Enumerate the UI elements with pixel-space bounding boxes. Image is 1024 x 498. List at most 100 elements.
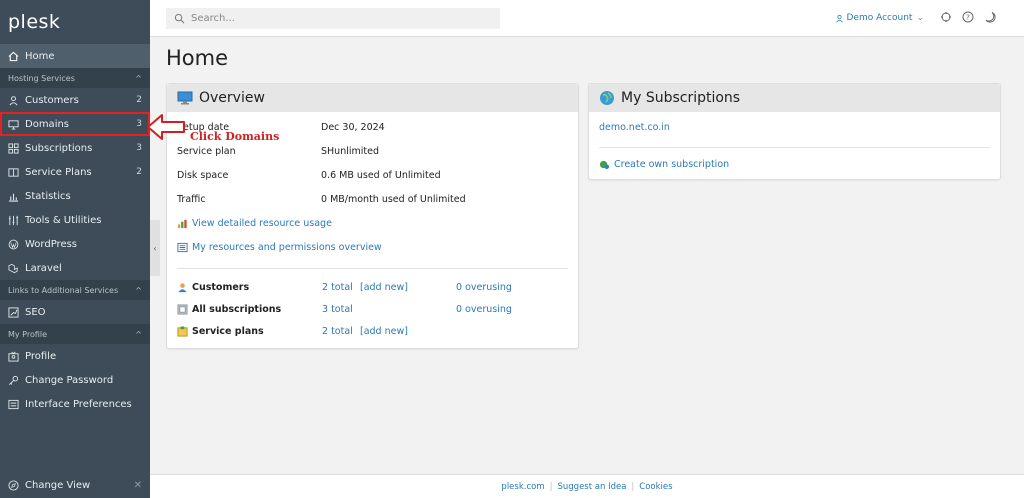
- service-plans-total-link[interactable]: 2 total: [322, 326, 353, 337]
- sidebar-item-label: Change Password: [25, 374, 114, 386]
- link-text: View detailed resource usage: [192, 218, 332, 229]
- sidebar-item-label: Profile: [25, 350, 57, 362]
- subscriptions-header: My Subscriptions: [589, 84, 1000, 112]
- sidebar-item-laravel[interactable]: Laravel: [0, 256, 150, 280]
- sidebar-item-label: Service Plans: [25, 166, 92, 178]
- chevron-up-icon: ^: [135, 329, 142, 339]
- info-label: Service plan: [177, 146, 236, 157]
- svg-text:?: ?: [966, 14, 970, 22]
- stat-label: Customers: [192, 282, 250, 293]
- info-row-disk-space: Disk space 0.6 MB used of Unlimited: [177, 170, 441, 181]
- sidebar-item-label: Customers: [25, 94, 79, 106]
- globe-icon: [600, 91, 614, 105]
- user-icon: [8, 95, 19, 106]
- grid-icon: [8, 142, 19, 154]
- section-my-profile[interactable]: My Profile ^: [0, 324, 150, 344]
- sidebar-item-profile[interactable]: Profile: [0, 344, 150, 368]
- sidebar-item-customers[interactable]: Customers 2: [0, 88, 150, 112]
- count-badge: 3: [136, 119, 142, 129]
- create-subscription-link[interactable]: Create own subscription: [599, 159, 729, 170]
- sidebar-item-label: Domains: [25, 118, 70, 130]
- search-icon: [174, 13, 185, 24]
- chevron-up-icon: ^: [135, 285, 142, 295]
- search-placeholder: Search...: [191, 13, 235, 24]
- close-icon[interactable]: ✕: [134, 480, 142, 491]
- link-text: My resources and permissions overview: [192, 242, 382, 253]
- trend-icon: [8, 306, 19, 318]
- footer-link-cookies[interactable]: Cookies: [639, 482, 672, 492]
- section-links-additional[interactable]: Links to Additional Services ^: [0, 280, 150, 300]
- top-bar: Search... Demo Account ⌄ ?: [150, 0, 1024, 37]
- section-label: My Profile: [8, 329, 48, 339]
- separator: |: [549, 481, 553, 492]
- sidebar-item-label: Statistics: [25, 190, 71, 202]
- subscriptions-total-link[interactable]: 3 total: [322, 304, 353, 315]
- book-icon: [8, 167, 19, 178]
- section-hosting-services[interactable]: Hosting Services ^: [0, 68, 150, 88]
- help-icon[interactable]: ?: [962, 11, 974, 23]
- subscription-domain-link[interactable]: demo.net.co.in: [599, 122, 670, 133]
- annotation-arrow-icon: [147, 114, 185, 140]
- account-menu[interactable]: Demo Account ⌄: [835, 13, 924, 23]
- sidebar-item-label: Laravel: [25, 262, 62, 274]
- compass-icon: [8, 479, 19, 491]
- info-value: 0.6 MB used of Unlimited: [321, 170, 441, 181]
- sidebar-item-subscriptions[interactable]: Subscriptions 3: [0, 136, 150, 160]
- link-text: Create own subscription: [614, 159, 730, 170]
- sidebar-item-seo[interactable]: SEO: [0, 300, 150, 324]
- count-badge: 2: [136, 167, 142, 177]
- sidebar-item-domains[interactable]: Domains 3: [0, 112, 150, 136]
- bar-chart-icon: [8, 191, 19, 202]
- profile-icon: [8, 351, 19, 362]
- sidebar-item-label: Interface Preferences: [25, 398, 132, 410]
- user-icon: [835, 14, 843, 22]
- add-subscription-icon: [599, 160, 610, 170]
- list-icon: [177, 242, 188, 253]
- home-icon: [8, 51, 19, 62]
- sidebar-item-service-plans[interactable]: Service Plans 2: [0, 160, 150, 184]
- sidebar-item-tools-utilities[interactable]: Tools & Utilities: [0, 208, 150, 232]
- extensions-icon[interactable]: [940, 11, 952, 23]
- add-service-plan-link[interactable]: [add new]: [360, 326, 408, 337]
- sidebar-collapse-toggle[interactable]: ‹: [150, 220, 160, 276]
- search-input[interactable]: Search...: [166, 8, 500, 29]
- change-view-button[interactable]: Change View ✕: [0, 472, 150, 498]
- resources-permissions-link[interactable]: My resources and permissions overview: [177, 242, 382, 253]
- sidebar-item-home[interactable]: Home: [0, 44, 150, 68]
- monitor-icon: [177, 91, 193, 105]
- stat-row-service-plans: Service plans 2 total [add new]: [177, 326, 568, 337]
- footer-link-suggest[interactable]: Suggest an Idea: [558, 482, 627, 492]
- plesk-logo[interactable]: plesk: [0, 0, 150, 44]
- customers-total-link[interactable]: 2 total: [322, 282, 353, 293]
- sidebar-item-label: WordPress: [25, 238, 78, 250]
- sidebar-item-wordpress[interactable]: WordPress: [0, 232, 150, 256]
- sidebar-item-statistics[interactable]: Statistics: [0, 184, 150, 208]
- tools-icon: [8, 215, 19, 226]
- sidebar-item-label: Tools & Utilities: [25, 214, 102, 226]
- footer: plesk.com | Suggest an Idea | Cookies: [150, 474, 1024, 498]
- customers-overusing-link[interactable]: 0 overusing: [456, 282, 512, 293]
- info-label: Disk space: [177, 170, 229, 181]
- chart-icon: [177, 219, 187, 229]
- sidebar-item-interface-preferences[interactable]: Interface Preferences: [0, 392, 150, 416]
- chevron-left-icon: ‹: [153, 243, 157, 253]
- divider: [599, 147, 990, 148]
- info-label: Traffic: [177, 194, 206, 205]
- add-customer-link[interactable]: [add new]: [360, 282, 408, 293]
- stat-label: All subscriptions: [192, 304, 282, 315]
- subscriptions-overusing-link[interactable]: 0 overusing: [456, 304, 512, 315]
- view-resource-usage-link[interactable]: View detailed resource usage: [177, 218, 332, 229]
- subscriptions-icon: [177, 304, 188, 315]
- sidebar-item-label: Home: [25, 50, 55, 62]
- footer-link-plesk[interactable]: plesk.com: [501, 482, 544, 492]
- key-icon: [8, 375, 19, 386]
- account-name: Demo Account: [846, 13, 913, 23]
- sidebar-item-change-password[interactable]: Change Password: [0, 368, 150, 392]
- chevron-up-icon: ^: [135, 73, 142, 83]
- dark-mode-icon[interactable]: [984, 11, 996, 23]
- section-label: Links to Additional Services: [8, 285, 119, 295]
- overview-card: Overview Setup date Dec 30, 2024 Service…: [166, 83, 579, 349]
- my-subscriptions-card: My Subscriptions demo.net.co.in Create o…: [588, 83, 1001, 180]
- info-row-traffic: Traffic 0 MB/month used of Unlimited: [177, 194, 466, 205]
- monitor-icon: [8, 119, 19, 130]
